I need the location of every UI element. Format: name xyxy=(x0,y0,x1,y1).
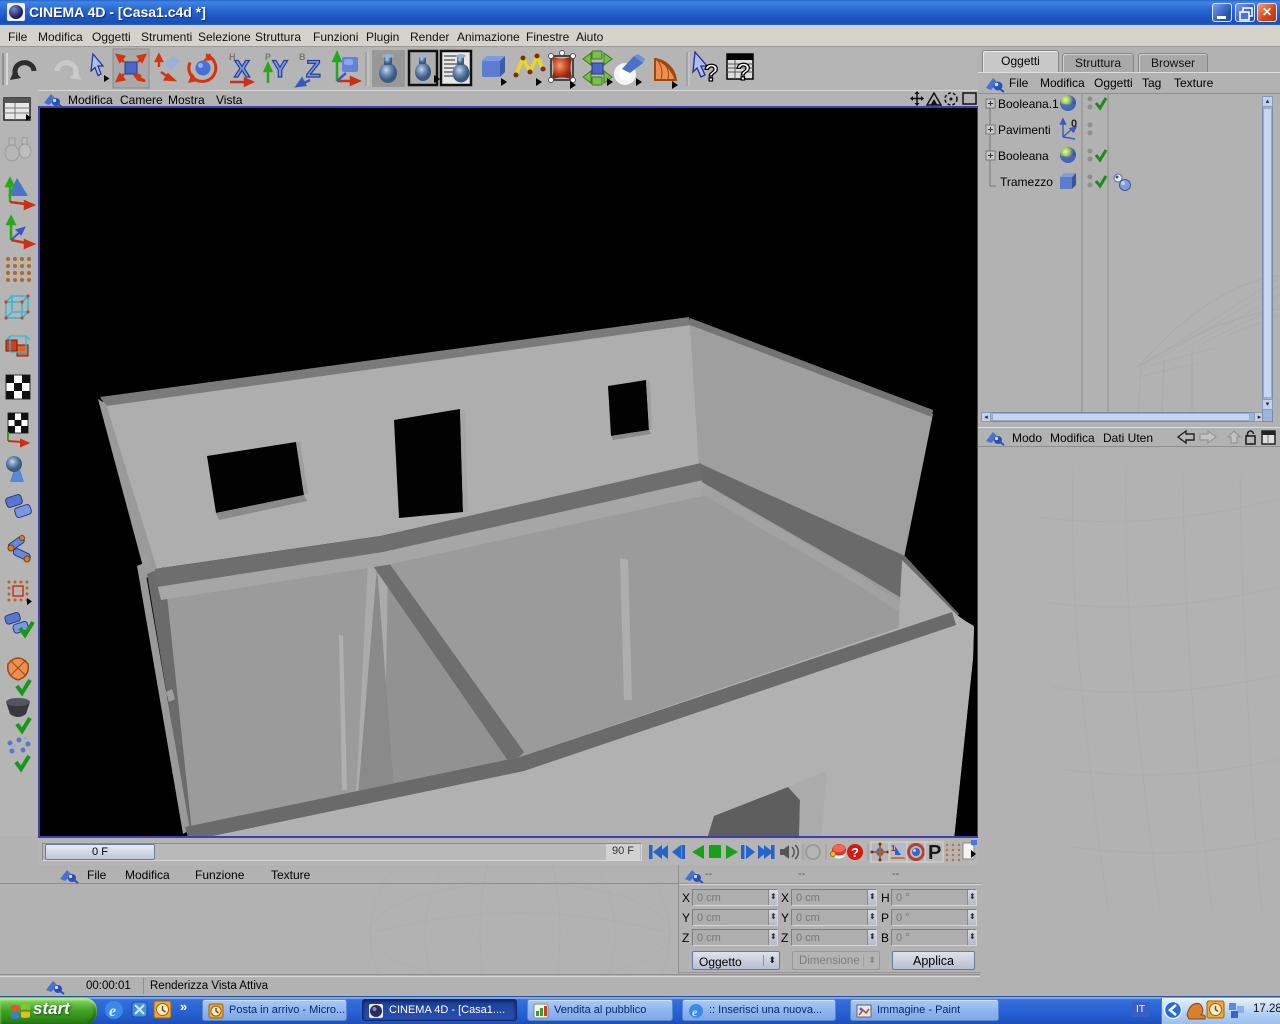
svg-text:Z: Z xyxy=(306,56,321,83)
svg-text:P: P xyxy=(265,52,271,62)
svg-text:e: e xyxy=(109,1003,116,1020)
svg-text:?: ? xyxy=(704,60,719,87)
svg-text:Y: Y xyxy=(272,56,288,83)
svg-text:1: 1 xyxy=(891,844,896,853)
svg-text:Pavimenti: Pavimenti xyxy=(998,123,1051,137)
svg-text:P: P xyxy=(928,842,941,864)
svg-text:Tramezzo: Tramezzo xyxy=(1000,175,1053,189)
svg-text:Booleana.1: Booleana.1 xyxy=(998,97,1059,111)
svg-text:?: ? xyxy=(736,59,751,86)
svg-text:e: e xyxy=(692,1005,698,1019)
svg-text:?: ? xyxy=(851,845,859,860)
svg-text:B: B xyxy=(299,52,306,62)
svg-text:»: » xyxy=(180,999,187,1014)
svg-text:Booleana: Booleana xyxy=(998,149,1049,163)
svg-text:0: 0 xyxy=(1071,118,1077,130)
